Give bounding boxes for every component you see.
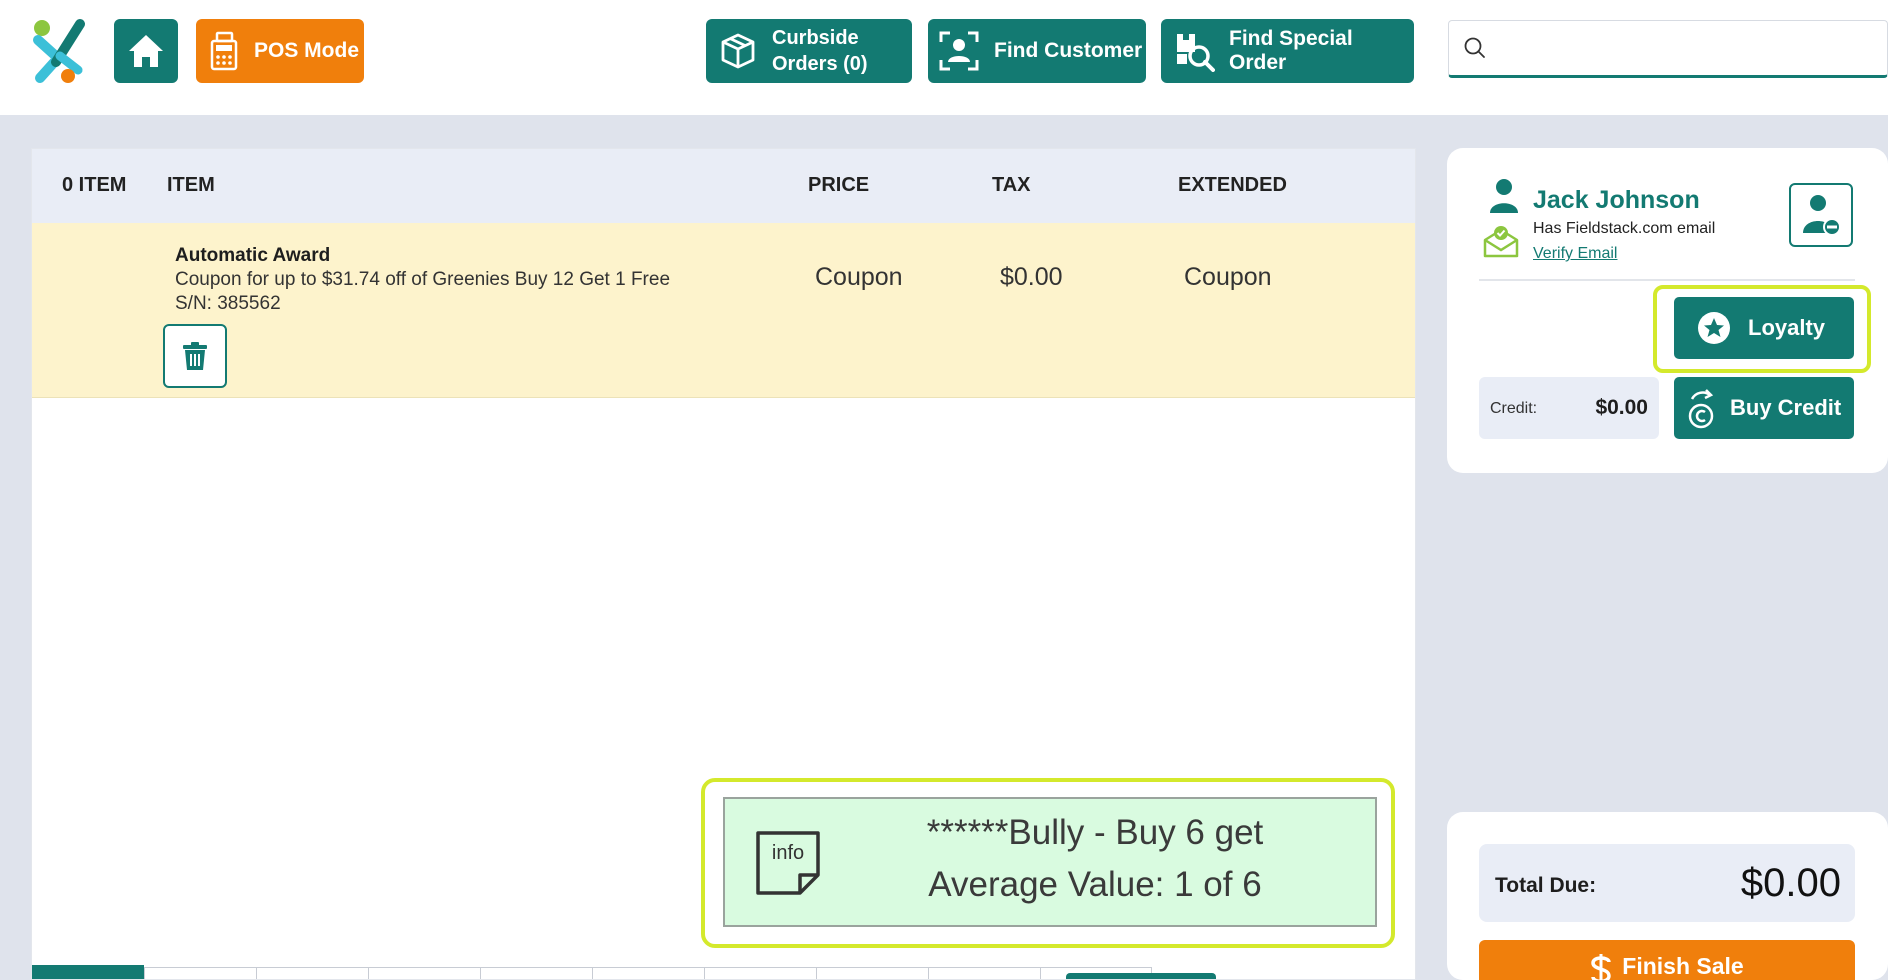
tab[interactable] [480,967,592,979]
item-price: Coupon [815,263,903,291]
cart-header-row: 0 ITEM ITEM PRICE TAX EXTENDED [32,149,1415,223]
column-header-price: PRICE [808,174,870,196]
cart-pagination-tabs [32,965,1415,979]
table-row[interactable]: Automatic Award Coupon for up to $31.74 … [32,223,1415,398]
top-bar: POS Mode Curbside Orders (0) Find Custom… [0,0,1888,115]
finish-sale-button[interactable]: Finish Sale [1479,940,1855,980]
card-terminal-icon [208,31,242,71]
credit-value: $0.00 [1595,396,1648,419]
curbside-label-line1: Curbside [772,27,859,49]
promo-banner[interactable]: info ******Bully - Buy 6 get Average Val… [723,797,1377,927]
tab[interactable] [816,967,928,979]
loyalty-button[interactable]: Loyalty [1674,297,1854,359]
verified-email-icon [1483,226,1519,258]
user-remove-icon [1803,195,1841,236]
credit-label: Credit: [1490,400,1538,417]
credit-balance: Credit: $0.00 [1479,377,1659,439]
dollar-icon [1591,954,1612,980]
curbside-label-line2: Orders (0) [772,53,868,75]
find-special-order-button[interactable]: Find Special Order [1161,19,1414,83]
tab-action[interactable] [1066,973,1216,979]
tab[interactable] [592,967,704,979]
finish-sale-label: Finish Sale [1622,953,1744,979]
promo-line1: ******Bully - Buy 6 get [926,813,1264,852]
buy-credit-button[interactable]: Buy Credit [1674,377,1854,439]
column-header-item: ITEM [167,174,215,196]
column-header-tax: TAX [992,174,1031,196]
delete-item-button[interactable] [163,324,227,388]
item-serial: S/N: 385562 [175,293,281,314]
info-note-icon: info [756,831,820,895]
curbside-orders-button[interactable]: Curbside Orders (0) [706,19,912,83]
trash-icon [183,342,207,370]
promo-line2: Average Value: 1 of 6 [928,865,1262,904]
curbside-orders-label: Curbside Orders (0) [772,25,868,77]
find-special-order-label: Find Special Order [1229,27,1353,74]
home-icon [129,35,163,67]
package-search-icon [1173,30,1215,72]
credit-coin-icon [1688,389,1714,429]
tab[interactable] [368,967,480,979]
total-due-label: Total Due: [1495,874,1597,897]
item-name: Automatic Award [175,245,331,266]
tab-active[interactable] [32,965,144,979]
loyalty-label: Loyalty [1748,315,1826,340]
find-customer-button[interactable]: Find Customer [928,19,1146,83]
tab[interactable] [704,967,816,979]
remove-customer-button[interactable] [1789,183,1853,247]
customer-panel: Jack Johnson Has Fieldstack.com email Ve… [1447,148,1888,473]
total-due-value: $0.00 [1740,861,1841,905]
verify-email-link[interactable]: Verify Email [1533,245,1617,263]
totals-panel: Total Due: $0.00 Finish Sale [1447,812,1888,980]
item-tax: $0.00 [1000,263,1063,291]
customer-name[interactable]: Jack Johnson [1533,186,1700,215]
scan-person-icon [938,30,980,72]
column-header-extended: EXTENDED [1178,174,1287,196]
pos-mode-button[interactable]: POS Mode [196,19,364,83]
buy-credit-label: Buy Credit [1730,395,1842,420]
search-box[interactable] [1448,20,1888,78]
item-description: Coupon for up to $31.74 off of Greenies … [175,269,671,290]
find-customer-label: Find Customer [994,39,1143,62]
box-icon [720,32,756,70]
total-due-box: Total Due: $0.00 [1479,844,1855,922]
tab[interactable] [928,967,1040,979]
pos-mode-label: POS Mode [254,39,360,62]
app-logo[interactable] [30,18,94,84]
search-icon [1464,37,1485,58]
star-icon [1698,312,1730,344]
home-button[interactable] [114,19,178,83]
tab[interactable] [256,967,368,979]
info-icon-text: info [772,842,804,864]
column-header-count: 0 ITEM [62,174,127,196]
item-extended: Coupon [1184,263,1272,291]
customer-email-status: Has Fieldstack.com email [1533,220,1716,237]
user-icon [1490,179,1518,213]
divider [1479,279,1855,281]
tab[interactable] [144,967,256,979]
search-input[interactable] [1499,36,1879,60]
